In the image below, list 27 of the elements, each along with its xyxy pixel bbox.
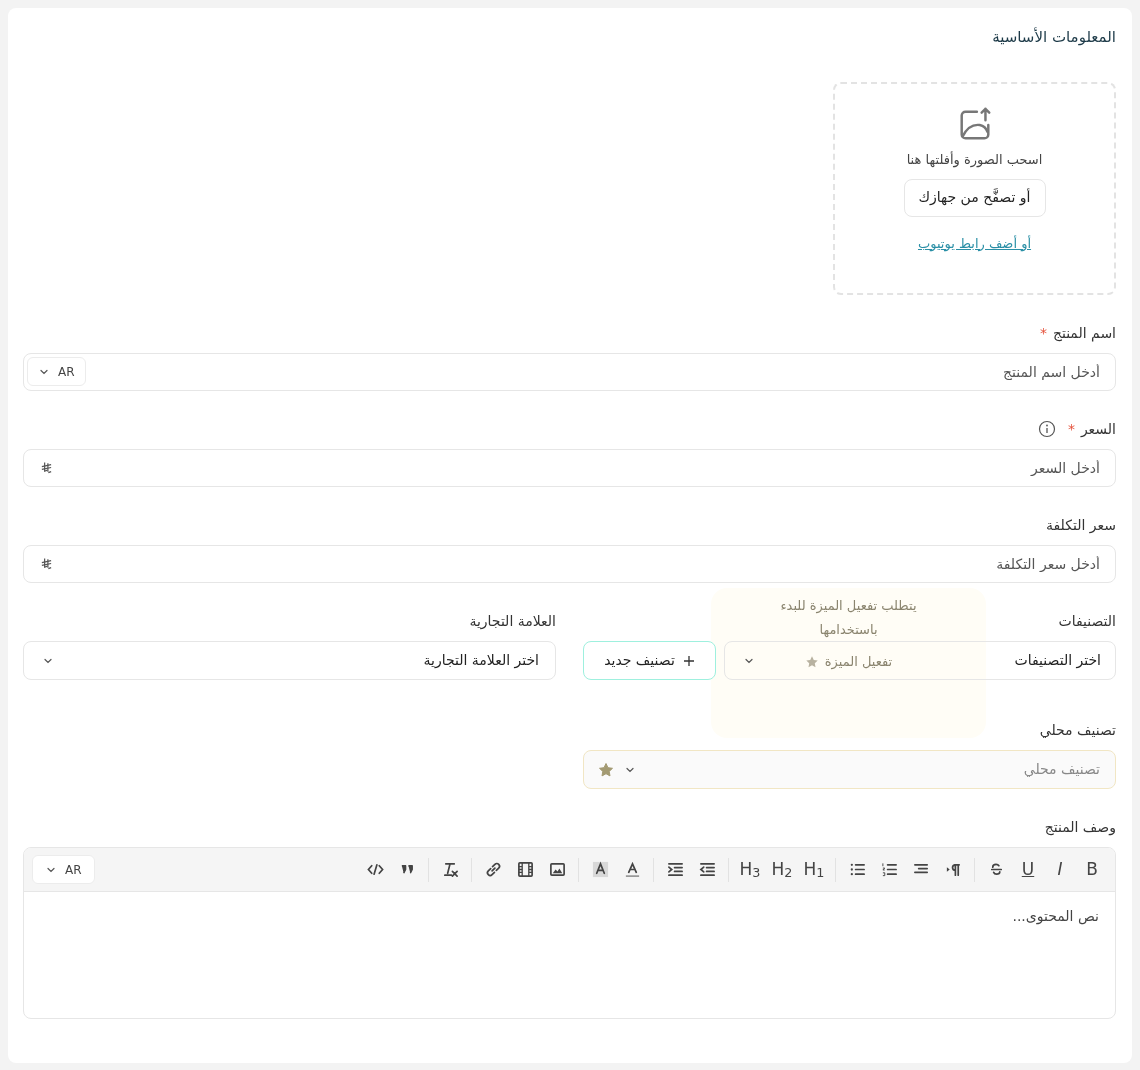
required-mark: *: [1067, 419, 1075, 439]
activate-feature-button[interactable]: تفعيل الميزة: [804, 652, 893, 672]
youtube-link[interactable]: أو أضف رابط يوتيوب: [917, 233, 1032, 253]
field-label: اسم المنتج: [1052, 323, 1116, 344]
browse-button[interactable]: أو تصفَّح من جهازك: [903, 178, 1046, 217]
field-label: العلامة التجارية: [469, 611, 556, 632]
required-mark: *: [1039, 323, 1047, 343]
language-selector[interactable]: AR: [32, 855, 95, 884]
field-label: التصنيفات: [1058, 611, 1116, 631]
section-title: المعلومات الأساسية: [991, 26, 1116, 48]
local-category-select: تصنيف محلي: [583, 750, 1116, 789]
popup-message: يتطلب تفعيل الميزة للبدء باستخدامها: [779, 597, 918, 639]
toolbar-button[interactable]: H$_{3}$: [737, 854, 763, 885]
new-category-button[interactable]: تصنيف جديد: [583, 641, 716, 680]
toolbar-button[interactable]: H$_{2}$: [769, 854, 795, 885]
dropzone-hint: اسحب الصورة وأفلتها هنا: [906, 150, 1043, 170]
field-label: تصنيف محلي: [1039, 720, 1116, 740]
field-label: سعر التكلفة: [1046, 515, 1116, 536]
field-label: وصف المنتج: [1044, 817, 1116, 838]
toolbar-button[interactable]: B: [1079, 854, 1105, 885]
toolbar-button[interactable]: U: [1015, 854, 1041, 885]
toolbar-button[interactable]: H$_{1}$: [801, 854, 827, 885]
upload-dropzone[interactable]: اسحب الصورة وأفلتها هنا أو تصفَّح من جهازك أو أضف رابط يوتيوب: [833, 82, 1116, 295]
brand-select[interactable]: اختر العلامة التجارية: [23, 641, 556, 680]
field-label: السعر: [1080, 419, 1116, 439]
language-selector[interactable]: AR: [27, 357, 86, 386]
toolbar-button[interactable]: I: [1047, 854, 1073, 885]
